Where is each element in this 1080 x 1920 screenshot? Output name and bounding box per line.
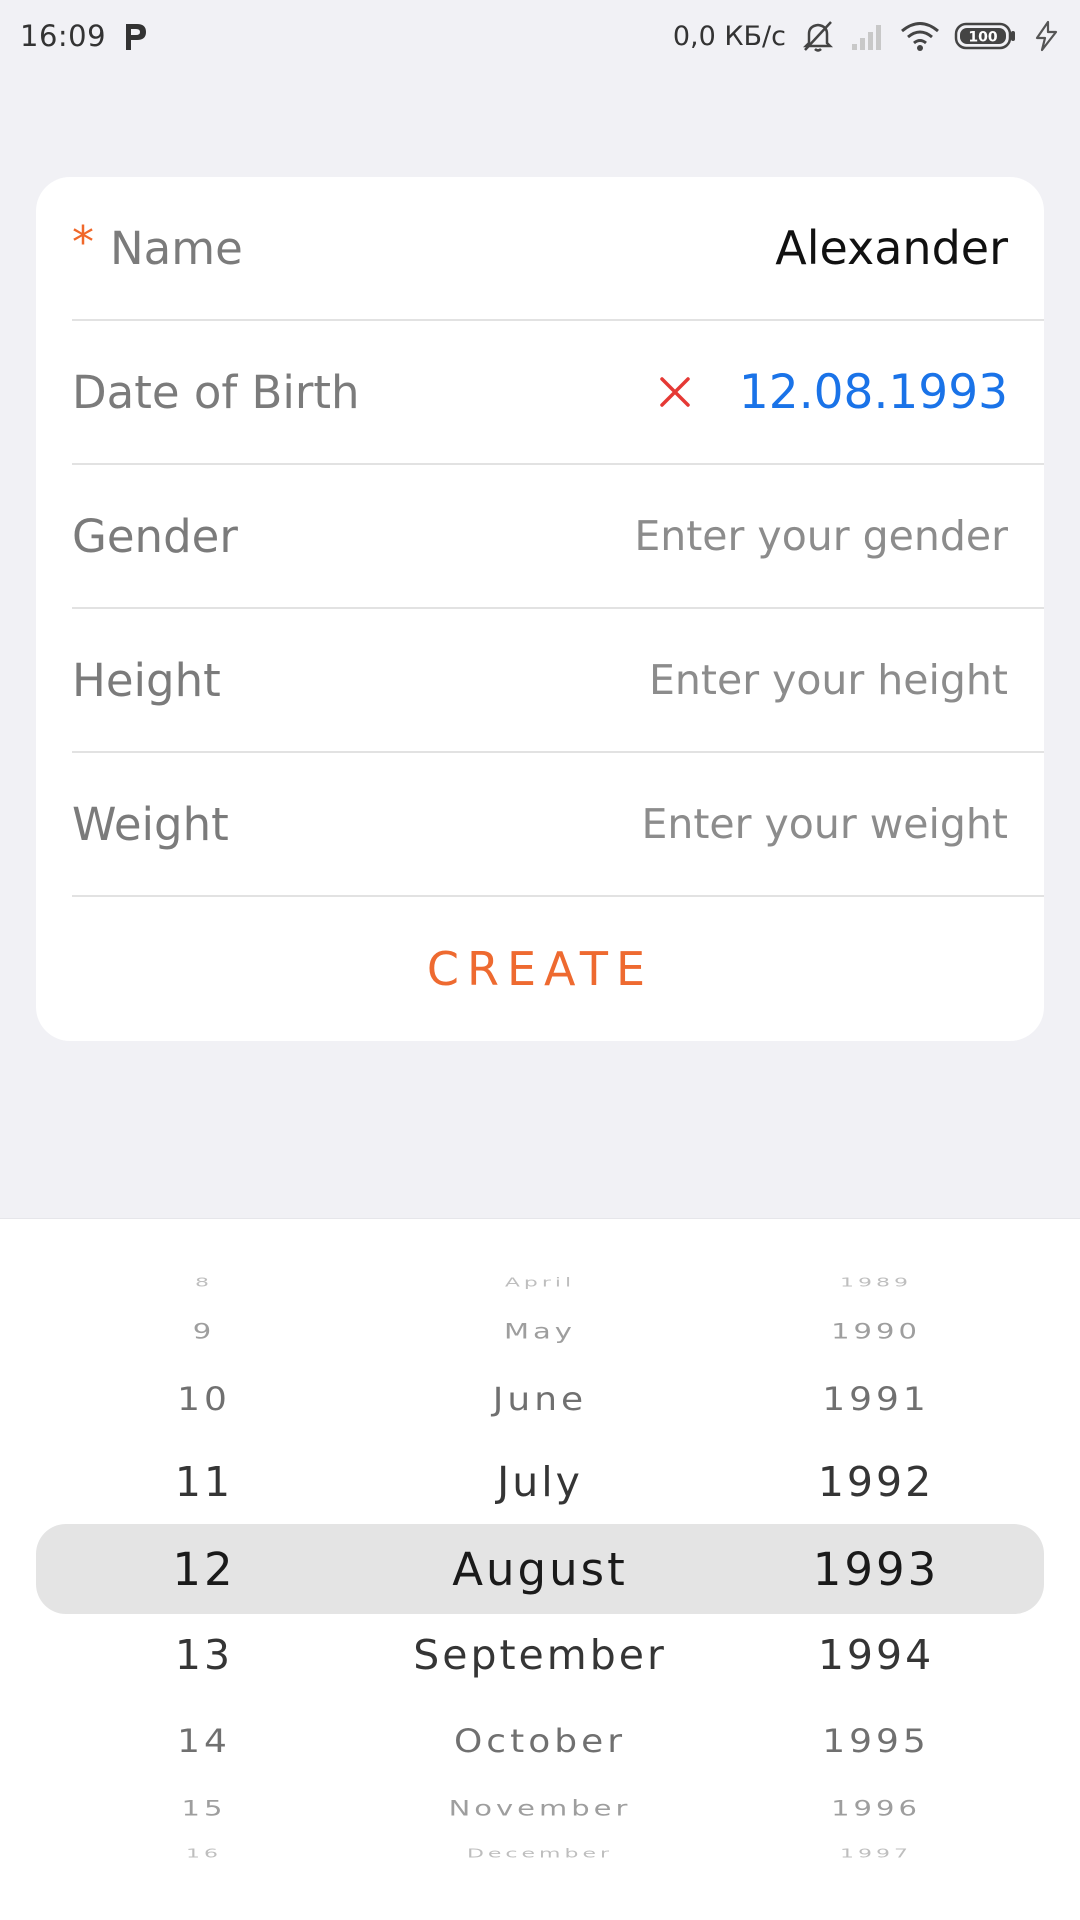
day-option[interactable]: 9 (84, 1320, 324, 1343)
year-option[interactable]: 1994 (756, 1635, 996, 1676)
day-wheel[interactable]: 8 9 10 11 12 13 14 15 16 (84, 0, 324, 1920)
month-option[interactable]: June (380, 1383, 700, 1416)
charging-icon (1032, 20, 1062, 52)
year-option[interactable]: 1990 (756, 1320, 996, 1343)
month-option[interactable]: December (380, 1848, 700, 1860)
day-option[interactable]: 13 (84, 1635, 324, 1676)
day-option[interactable]: 16 (84, 1848, 324, 1860)
day-option[interactable]: 10 (84, 1383, 324, 1416)
day-option[interactable]: 15 (84, 1797, 324, 1820)
month-wheel[interactable]: April May June July August September Oct… (380, 0, 700, 1920)
day-option[interactable]: 8 (84, 1277, 324, 1289)
day-option[interactable]: 14 (84, 1725, 324, 1758)
month-option-selected[interactable]: August (380, 1547, 700, 1592)
month-option[interactable]: November (380, 1797, 700, 1820)
year-wheel[interactable]: 1989 1990 1991 1992 1993 1994 1995 1996 … (756, 0, 996, 1920)
year-option[interactable]: 1996 (756, 1797, 996, 1820)
month-option[interactable]: September (380, 1635, 700, 1676)
day-option[interactable]: 11 (84, 1462, 324, 1503)
month-option[interactable]: May (380, 1320, 700, 1343)
year-option[interactable]: 1989 (756, 1277, 996, 1289)
month-option[interactable]: October (380, 1725, 700, 1758)
year-option[interactable]: 1991 (756, 1383, 996, 1416)
day-option-selected[interactable]: 12 (84, 1547, 324, 1592)
year-option[interactable]: 1992 (756, 1462, 996, 1503)
year-option[interactable]: 1995 (756, 1725, 996, 1758)
month-option[interactable]: July (380, 1462, 700, 1503)
month-option[interactable]: April (380, 1277, 700, 1289)
year-option[interactable]: 1997 (756, 1848, 996, 1860)
year-option-selected[interactable]: 1993 (756, 1547, 996, 1592)
